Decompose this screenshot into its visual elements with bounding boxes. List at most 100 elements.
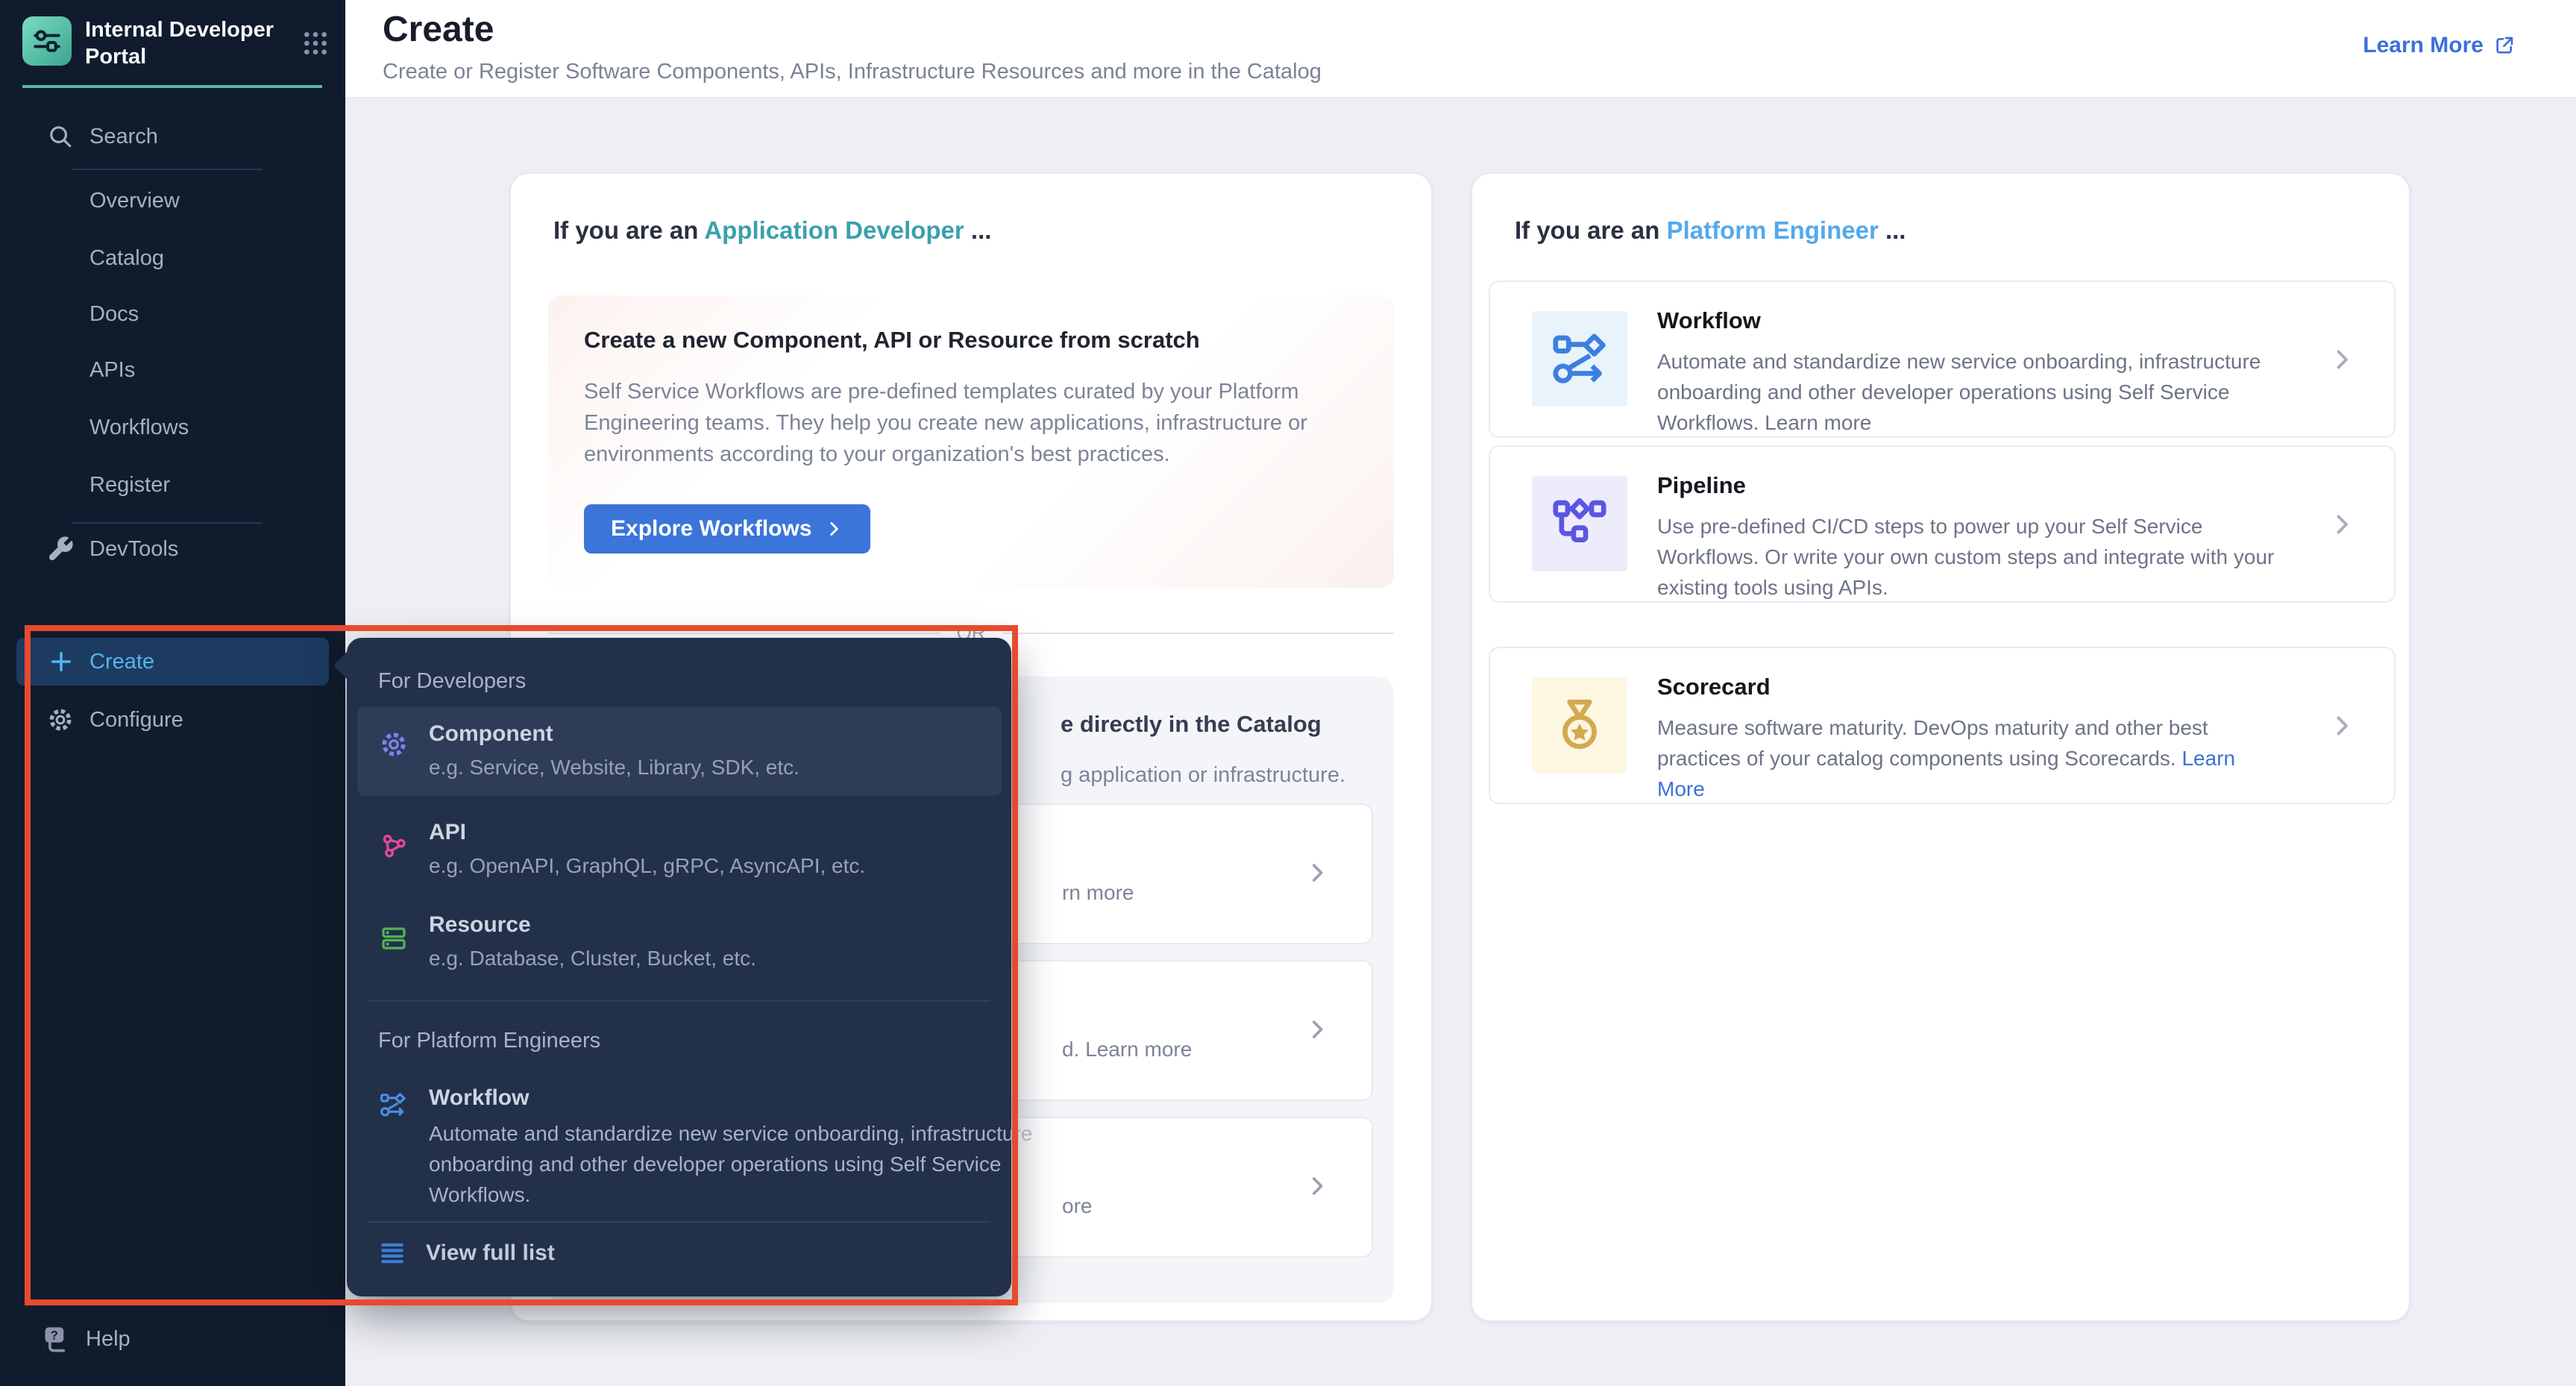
- heading-highlight: Platform Engineer: [1667, 216, 1879, 244]
- platform-engineer-card: If you are an Platform Engineer ...: [1471, 172, 2410, 1322]
- chevron-right-icon: [2328, 511, 2355, 538]
- learn-more-link[interactable]: Learn More: [2363, 33, 2516, 58]
- menu-item-workflow[interactable]: Workflow Automate and standardize new se…: [357, 1079, 1002, 1218]
- row-description-text: Measure software maturity. DevOps maturi…: [1657, 716, 2208, 770]
- explore-workflows-label: Explore Workflows: [611, 516, 812, 542]
- panel-title: Create a new Component, API or Resource …: [584, 327, 1200, 354]
- page-header: Create Create or Register Software Compo…: [345, 0, 2576, 98]
- pipeline-row[interactable]: Pipeline Use pre-defined CI/CD steps to …: [1489, 445, 2396, 603]
- api-nodes-icon: [378, 830, 409, 862]
- sidebar-item-search[interactable]: Search: [0, 116, 345, 157]
- scorecard-medal-icon: [1548, 694, 1611, 756]
- menu-item-component[interactable]: Component e.g. Service, Website, Library…: [357, 706, 1002, 796]
- learn-more-label: Learn More: [2363, 33, 2484, 58]
- row-description: Measure software maturity. DevOps maturi…: [1657, 712, 2284, 804]
- sidebar-item-help[interactable]: ? Help: [0, 1317, 345, 1361]
- menu-item-description: Automate and standardize new service onb…: [429, 1118, 1034, 1210]
- menu-item-subtitle: e.g. Service, Website, Library, SDK, etc…: [429, 756, 799, 780]
- app-logo: [22, 16, 72, 66]
- menu-item-subtitle: e.g. Database, Cluster, Bucket, etc.: [429, 947, 756, 970]
- sidebar-divider: [72, 169, 263, 170]
- sidebar-accent-rule: [22, 85, 322, 88]
- page-subtitle: Create or Register Software Components, …: [383, 60, 1322, 84]
- search-icon: [46, 122, 75, 151]
- sidebar-item-label: Workflows: [89, 416, 189, 440]
- row-title: Pipeline: [1657, 472, 1746, 499]
- card-heading: If you are an Platform Engineer ...: [1515, 216, 1906, 245]
- sidebar-item-register[interactable]: Register: [0, 464, 345, 506]
- app-root: Internal Developer Portal Search Overvie…: [0, 0, 2576, 1386]
- sidebar-item-label: Catalog: [89, 246, 164, 271]
- sidebar: Internal Developer Portal Search Overvie…: [0, 0, 345, 1386]
- menu-item-title: API: [429, 820, 466, 845]
- heading-suffix: ...: [1879, 216, 1906, 244]
- sidebar-item-catalog[interactable]: Catalog: [0, 237, 345, 279]
- sidebar-item-label: Help: [86, 1327, 131, 1352]
- flyout-divider: [368, 1221, 990, 1223]
- wrench-icon: [46, 535, 75, 563]
- create-from-scratch-panel: Create a new Component, API or Resource …: [548, 295, 1394, 588]
- svg-text:?: ?: [51, 1329, 58, 1343]
- panel-body: Self Service Workflows are pre-defined t…: [584, 376, 1373, 470]
- sidebar-item-overview[interactable]: Overview: [0, 180, 345, 222]
- sidebar-item-label: Configure: [89, 708, 183, 733]
- menu-item-title: Resource: [429, 912, 531, 938]
- heading-prefix: If you are an: [553, 216, 704, 244]
- plus-icon: [48, 648, 75, 675]
- sidebar-item-label: Overview: [89, 189, 180, 213]
- external-link-icon: [2492, 34, 2516, 57]
- sidebar-item-label: Register: [89, 473, 170, 498]
- flyout-divider: [368, 1000, 990, 1002]
- view-full-list-item[interactable]: View full list: [378, 1239, 555, 1267]
- explore-workflows-button[interactable]: Explore Workflows: [584, 504, 870, 554]
- row-title: Workflow: [1657, 307, 1761, 334]
- resource-servers-icon: [378, 923, 409, 954]
- row-description: Use pre-defined CI/CD steps to power up …: [1657, 511, 2284, 603]
- sidebar-item-workflows[interactable]: Workflows: [0, 407, 345, 448]
- sidebar-item-label: Create: [89, 650, 154, 674]
- menu-item-title: Workflow: [429, 1085, 529, 1111]
- scorecard-icon-tile: [1532, 677, 1627, 773]
- chevron-right-icon: [824, 519, 844, 539]
- row-text-fragment: rn more: [1062, 881, 1134, 905]
- sidebar-item-docs[interactable]: Docs: [0, 293, 345, 335]
- component-gear-icon: [378, 729, 409, 760]
- row-text-fragment: ore: [1062, 1194, 1092, 1218]
- sidebar-item-apis[interactable]: APIs: [0, 349, 345, 391]
- sidebar-item-configure[interactable]: Configure: [0, 699, 345, 741]
- row-description: Automate and standardize new service onb…: [1657, 346, 2284, 438]
- sidebar-item-create[interactable]: Create: [16, 638, 329, 686]
- chevron-right-icon: [1304, 1173, 1330, 1199]
- chevron-right-icon: [2328, 346, 2355, 373]
- app-title: Internal Developer Portal: [85, 16, 296, 70]
- sidebar-item-label: Search: [89, 125, 158, 149]
- sidebar-item-label: Docs: [89, 302, 139, 327]
- sidebar-item-label: APIs: [89, 358, 135, 383]
- sliders-logo-icon: [31, 25, 63, 57]
- register-panel-subtitle: g application or infrastructure.: [1061, 763, 1345, 788]
- create-flyout-menu: For Developers Component e.g. Service, W…: [347, 638, 1011, 1296]
- workflow-row[interactable]: Workflow Automate and standardize new se…: [1489, 280, 2396, 438]
- scorecard-row[interactable]: Scorecard Measure software maturity. Dev…: [1489, 647, 2396, 804]
- pipeline-icon: [1548, 492, 1611, 555]
- page-title: Create: [383, 9, 494, 50]
- menu-item-resource[interactable]: Resource e.g. Database, Cluster, Bucket,…: [357, 903, 1002, 987]
- apps-grid-icon[interactable]: [301, 28, 330, 58]
- view-full-list-label: View full list: [426, 1241, 555, 1266]
- logo-row: Internal Developer Portal: [22, 16, 330, 70]
- row-text-fragment: d. Learn more: [1062, 1038, 1192, 1062]
- register-panel-title: e directly in the Catalog: [1061, 711, 1322, 738]
- chevron-right-icon: [2328, 712, 2355, 739]
- chevron-right-icon: [1304, 1017, 1330, 1042]
- list-icon: [378, 1239, 406, 1267]
- sidebar-divider: [72, 522, 263, 524]
- sidebar-item-devtools[interactable]: DevTools: [0, 528, 345, 570]
- help-chat-icon: ?: [41, 1323, 74, 1355]
- heading-highlight: Application Developer: [704, 216, 964, 244]
- menu-item-subtitle: e.g. OpenAPI, GraphQL, gRPC, AsyncAPI, e…: [429, 854, 865, 878]
- chevron-right-icon: [1304, 860, 1330, 885]
- pipeline-icon-tile: [1532, 476, 1627, 571]
- heading-suffix: ...: [964, 216, 992, 244]
- gear-icon: [46, 706, 75, 734]
- menu-item-api[interactable]: API e.g. OpenAPI, GraphQL, gRPC, AsyncAP…: [357, 811, 1002, 894]
